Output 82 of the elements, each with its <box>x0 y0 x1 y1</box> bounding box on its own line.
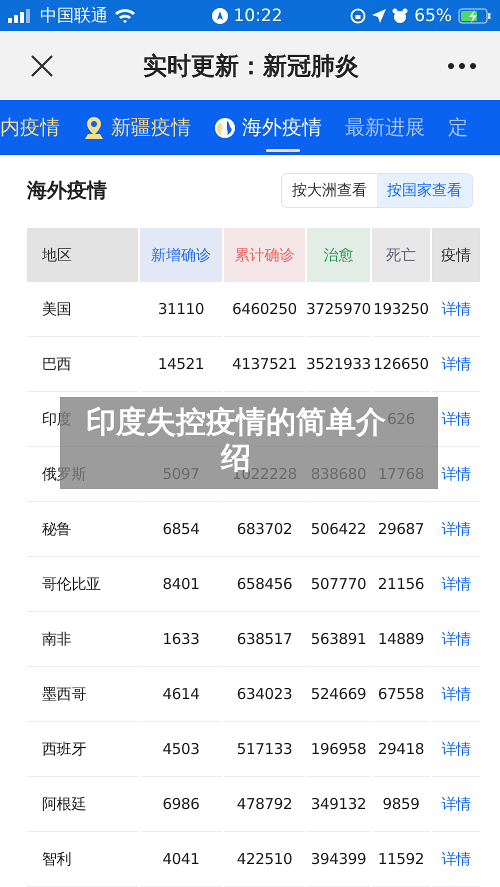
details-link[interactable]: 详情 <box>441 354 471 374</box>
table-cell: 524669 <box>310 685 366 703</box>
table-cell: 683702 <box>236 520 292 538</box>
details-link[interactable]: 详情 <box>441 574 471 594</box>
table-cell: 193250 <box>373 300 429 318</box>
column-header: 累计确诊 <box>224 228 305 282</box>
table-cell: 4041 <box>162 850 200 868</box>
table-cell: 1633 <box>162 630 200 648</box>
rotation-lock-icon <box>350 8 366 24</box>
globe-icon <box>214 116 236 138</box>
table-cell: 634023 <box>236 685 292 703</box>
carrier-name: 中国联通 <box>40 5 108 27</box>
table-cell: 658456 <box>236 575 292 593</box>
table-cell: 智利 <box>42 850 72 868</box>
location-arrow-icon <box>372 8 386 22</box>
table-cell: 西班牙 <box>42 740 86 758</box>
details-link[interactable]: 详情 <box>441 520 471 538</box>
table-cell: 394399 <box>310 850 366 868</box>
table-cell: 196958 <box>310 740 366 758</box>
column-header: 疫情 <box>432 228 480 282</box>
details-link[interactable]: 详情 <box>441 300 471 318</box>
column-header: 地区 <box>27 228 138 282</box>
table-cell: 3725970 <box>306 300 371 318</box>
table-cell: 21156 <box>378 575 424 593</box>
wifi-icon <box>114 8 136 24</box>
table-cell: 哥伦比亚 <box>42 574 101 594</box>
column-header: 死亡 <box>372 228 430 282</box>
table-cell: 563891 <box>310 630 366 648</box>
table-cell: 6854 <box>162 520 200 538</box>
battery-charging-icon <box>458 8 492 24</box>
table-cell: 4614 <box>162 685 200 703</box>
battery-percent: 65% <box>414 6 452 26</box>
section-title: 海外疫情 <box>27 177 107 204</box>
details-link[interactable]: 详情 <box>441 794 471 814</box>
details-link[interactable]: 详情 <box>441 410 471 428</box>
tab[interactable]: 定 <box>448 100 468 155</box>
table-cell: 4137521 <box>232 355 297 373</box>
table-cell: 14889 <box>378 630 424 648</box>
table-cell: 墨西哥 <box>42 684 86 704</box>
tab[interactable]: 内疫情 <box>0 100 60 155</box>
table-cell: 8401 <box>162 575 200 593</box>
table-cell: 11592 <box>378 850 424 868</box>
close-icon[interactable] <box>30 54 54 78</box>
navigation-icon <box>212 8 228 24</box>
table-cell: 3521933 <box>306 355 371 373</box>
details-link[interactable]: 详情 <box>441 850 471 868</box>
table-cell: 4503 <box>162 740 200 758</box>
details-link[interactable]: 详情 <box>441 630 471 648</box>
table-cell: 6460250 <box>232 300 297 318</box>
table-cell: 638517 <box>236 630 292 648</box>
table-cell: 349132 <box>310 795 366 813</box>
table-cell: 29418 <box>378 740 424 758</box>
column-header: 治愈 <box>307 228 370 282</box>
table-cell: 478792 <box>236 795 292 813</box>
clock-time: 10:22 <box>234 6 282 26</box>
details-link[interactable]: 详情 <box>441 740 471 758</box>
more-icon[interactable] <box>448 62 476 68</box>
table-cell: 517133 <box>236 740 292 758</box>
table-cell: 14521 <box>158 355 204 373</box>
table-cell: 126650 <box>373 355 429 373</box>
tab[interactable]: 最新进展 <box>345 100 425 155</box>
table-cell: 巴西 <box>42 354 72 374</box>
table-cell: 67558 <box>378 685 424 703</box>
details-link[interactable]: 详情 <box>441 464 471 484</box>
details-link[interactable]: 详情 <box>441 684 471 704</box>
table-cell: 阿根廷 <box>42 794 86 814</box>
column-header: 新增确诊 <box>140 228 222 282</box>
tab[interactable]: 新疆疫情 <box>83 100 191 155</box>
table-cell: 422510 <box>236 850 292 868</box>
table-cell: 9859 <box>382 795 420 813</box>
table-cell: 南非 <box>42 630 72 648</box>
table-cell: 506422 <box>310 520 366 538</box>
table-cell: 美国 <box>42 300 72 318</box>
table-cell: 秘鲁 <box>42 520 72 538</box>
tab[interactable]: 海外疫情 <box>214 100 322 155</box>
view-toggle-button[interactable]: 按国家查看 <box>377 174 472 207</box>
table-cell: 31110 <box>158 300 204 318</box>
table-cell: 507770 <box>310 575 366 593</box>
tab-underline <box>266 149 300 152</box>
table-cell: 6986 <box>162 795 200 813</box>
location-pin-icon <box>83 116 105 140</box>
table-cell: 29687 <box>378 520 424 538</box>
